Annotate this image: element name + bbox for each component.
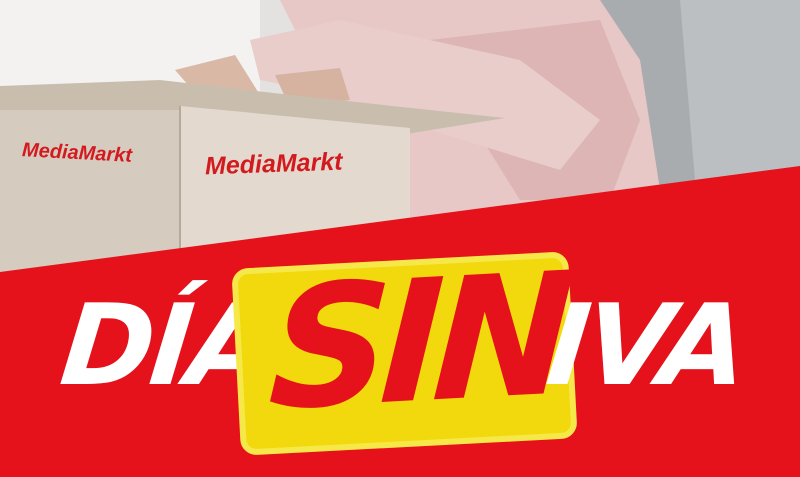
headline: DÍA SIN IVA [0, 0, 800, 477]
headline-word-iva: IVA [541, 281, 751, 411]
headline-word-sin: SIN [265, 235, 570, 449]
promo-banner: MediaMarkt MediaMarkt DÍA SIN IVA [0, 0, 800, 477]
